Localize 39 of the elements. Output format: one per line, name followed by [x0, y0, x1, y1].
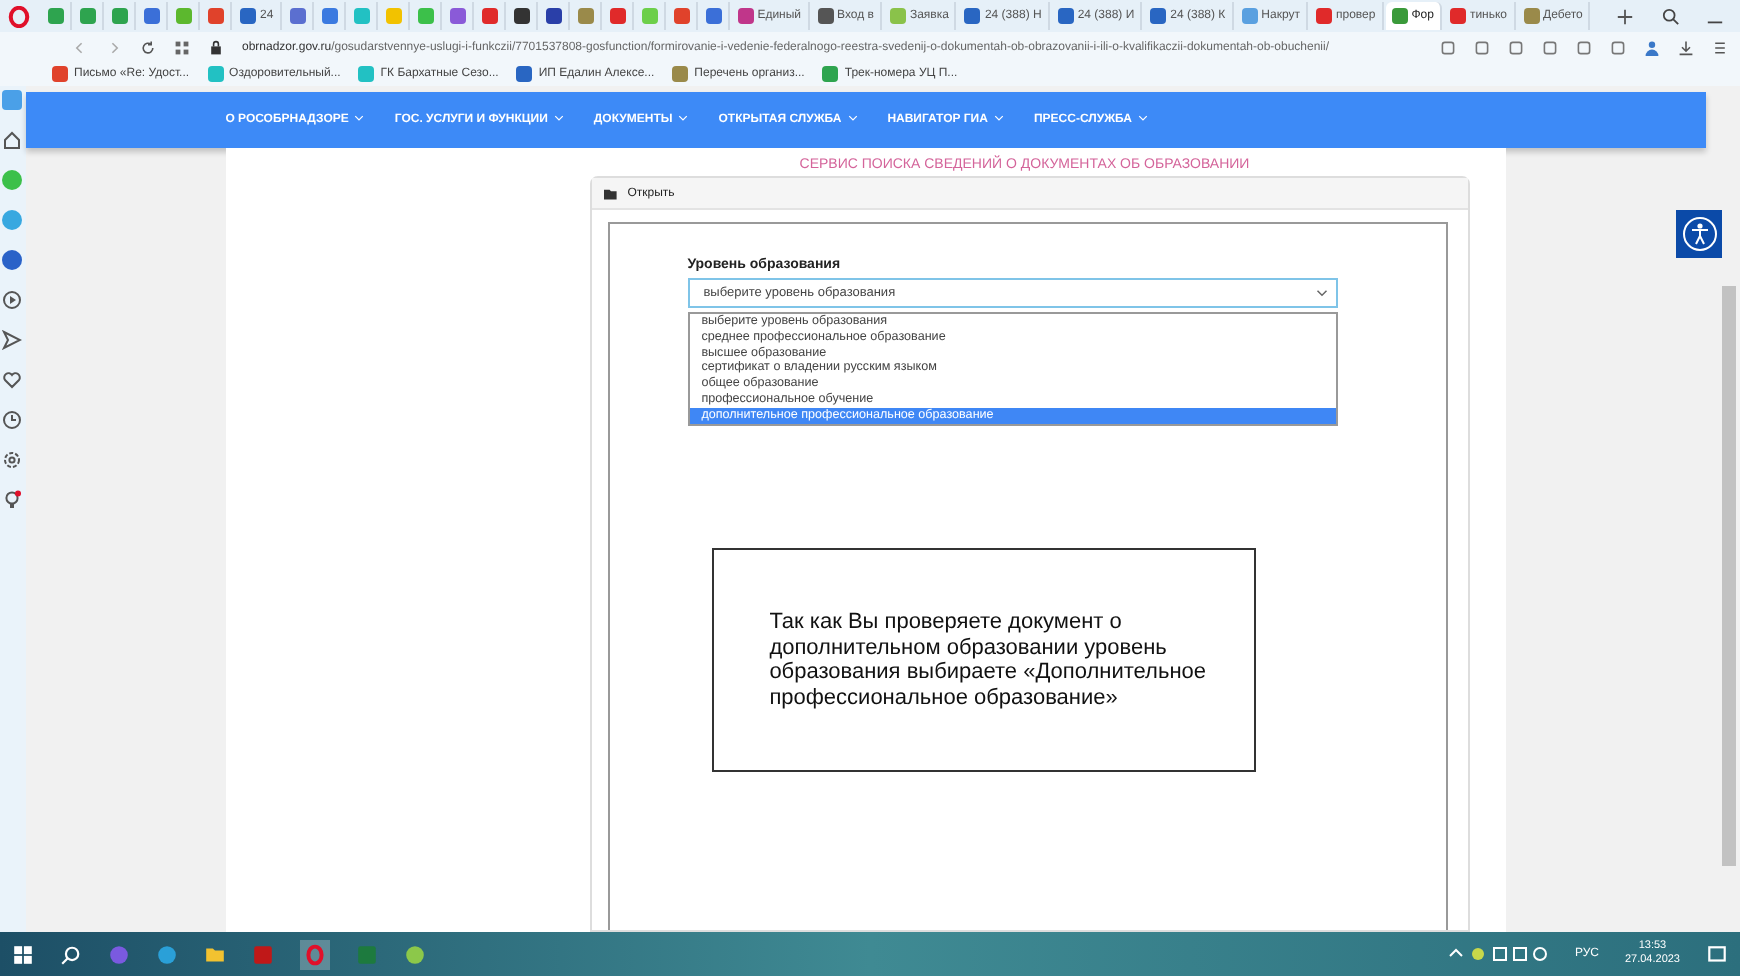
- download-icon[interactable]: [1678, 39, 1694, 55]
- toolbar-icon[interactable]: [1440, 39, 1456, 55]
- play-icon[interactable]: [2, 290, 23, 310]
- bulb-icon[interactable]: [2, 490, 23, 510]
- caret-icon: [1315, 288, 1328, 298]
- start-icon[interactable]: [12, 943, 34, 965]
- forward-icon[interactable]: [106, 39, 122, 55]
- workspace-icon[interactable]: [2, 90, 23, 110]
- clock-icon[interactable]: [2, 410, 23, 430]
- accessibility-icon[interactable]: [1676, 210, 1724, 258]
- caret-icon: [993, 114, 1004, 122]
- search-icon[interactable]: [60, 943, 82, 965]
- browser-logo-icon[interactable]: [8, 5, 30, 27]
- home-icon[interactable]: [2, 130, 23, 150]
- caret-icon: [354, 114, 365, 122]
- toolbar-icon[interactable]: [1542, 39, 1558, 55]
- reload-icon[interactable]: [140, 39, 156, 55]
- folder-icon[interactable]: [204, 943, 226, 965]
- caret-icon: [553, 114, 564, 122]
- search-icon[interactable]: [1662, 7, 1681, 25]
- grid-icon[interactable]: [174, 39, 190, 55]
- caret-icon: [847, 114, 858, 122]
- menu-icon[interactable]: [1712, 39, 1728, 55]
- plus-icon[interactable]: [1616, 7, 1635, 25]
- toolbar-icon[interactable]: [1508, 39, 1524, 55]
- toolbar-icon[interactable]: [1576, 39, 1592, 55]
- back-icon[interactable]: [72, 39, 88, 55]
- toolbar-icon[interactable]: [1474, 39, 1490, 55]
- toolbar-icon[interactable]: [1610, 39, 1626, 55]
- caret-icon: [678, 114, 689, 122]
- profile-icon[interactable]: [1644, 39, 1660, 55]
- folder-icon: [603, 187, 618, 199]
- caret-icon: [1137, 114, 1148, 122]
- settings-icon[interactable]: [2, 450, 23, 470]
- send-icon[interactable]: [2, 330, 23, 350]
- notification-icon[interactable]: [1706, 943, 1728, 965]
- heart-icon[interactable]: [2, 370, 23, 390]
- note-text: Так как Вы проверяете документ о дополнительном образовании уровень образования выбираете «Дополнительное профессиональное образование»: [769, 610, 1209, 710]
- lock-icon: [208, 39, 224, 55]
